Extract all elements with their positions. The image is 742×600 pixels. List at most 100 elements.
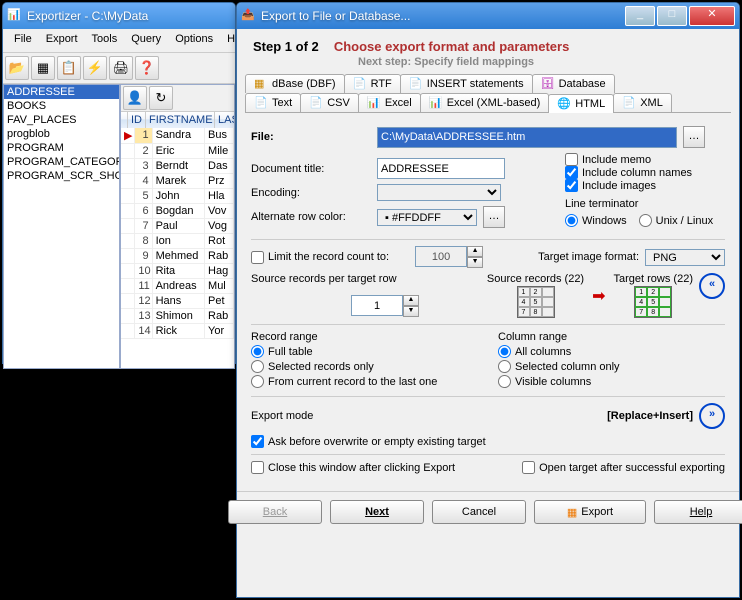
file-label: File: xyxy=(251,131,274,143)
table-row[interactable]: 10RitaHag xyxy=(121,264,234,279)
arrow-icon: ➡ xyxy=(592,286,605,306)
app-icon: 📊 xyxy=(7,8,23,24)
tab-rtf[interactable]: 📄RTF xyxy=(344,74,401,93)
closeafter-check[interactable] xyxy=(251,461,264,474)
colrange-visible-radio[interactable] xyxy=(498,375,511,388)
table-row[interactable]: 2EricMile xyxy=(121,144,234,159)
tab-csv[interactable]: 📄CSV xyxy=(300,93,359,112)
table-row[interactable]: 8IonRot xyxy=(121,234,234,249)
table-row[interactable]: ▶1SandraBus xyxy=(121,128,234,144)
spin-down[interactable]: ▼ xyxy=(403,306,419,317)
tab-dbase[interactable]: ▦dBase (DBF) xyxy=(245,74,345,93)
table-row[interactable]: 13ShimonRab xyxy=(121,309,234,324)
recrange-current-radio[interactable] xyxy=(251,375,264,388)
tgtrows-label: Target rows (22) xyxy=(614,273,693,285)
expmode-expand-button[interactable]: » xyxy=(699,403,725,429)
run-button[interactable]: ⚡ xyxy=(83,56,107,80)
grid-button[interactable]: ▦ xyxy=(31,56,55,80)
col-lastname[interactable]: LAS xyxy=(215,112,235,128)
spin-up[interactable]: ▲ xyxy=(467,246,483,257)
table-list[interactable]: ADDRESSEE BOOKS FAV_PLACES progblob PROG… xyxy=(3,84,120,369)
data-grid[interactable]: 👤 ↻ ID FIRSTNAME LAS ▶1SandraBus2EricMil… xyxy=(120,84,235,369)
refresh-preview-button[interactable]: « xyxy=(699,273,725,299)
limit-check[interactable] xyxy=(251,251,264,264)
col-firstname[interactable]: FIRSTNAME xyxy=(146,112,215,128)
col-id[interactable]: ID xyxy=(128,112,146,128)
colrange-selected-radio[interactable] xyxy=(498,360,511,373)
expmode-value: [Replace+Insert] xyxy=(607,410,693,422)
srcrec-label: Source records (22) xyxy=(487,273,584,285)
main-window: 📊 Exportizer - C:\MyData File Export Too… xyxy=(2,2,236,364)
grid-refresh[interactable]: ↻ xyxy=(149,86,173,110)
menu-tools[interactable]: Tools xyxy=(85,31,125,50)
menu-options[interactable]: Options xyxy=(168,31,220,50)
color-button[interactable]: … xyxy=(483,206,505,228)
spin-down[interactable]: ▼ xyxy=(467,257,483,268)
close-button[interactable]: ✕ xyxy=(689,6,735,26)
help-button[interactable]: ❓ xyxy=(135,56,159,80)
imgfmt-select[interactable]: PNG xyxy=(645,249,725,266)
imgfmt-label: Target image format: xyxy=(538,251,639,263)
altrow-label: Alternate row color: xyxy=(251,211,371,223)
next-button[interactable]: Next xyxy=(330,500,424,524)
altrow-select[interactable]: ▪ #FFDDFF xyxy=(377,209,477,226)
tree-item[interactable]: FAV_PLACES xyxy=(4,113,119,127)
askover-check[interactable] xyxy=(251,435,264,448)
spin-up[interactable]: ▲ xyxy=(403,295,419,306)
browse-button[interactable]: … xyxy=(683,126,705,148)
menu-query[interactable]: Query xyxy=(124,31,168,50)
table-row[interactable]: 3BerndtDas xyxy=(121,159,234,174)
colrange-all-radio[interactable] xyxy=(498,345,511,358)
tab-html[interactable]: 🌐HTML xyxy=(548,94,614,113)
maximize-button[interactable]: □ xyxy=(657,6,687,26)
cancel-button[interactable]: Cancel xyxy=(432,500,526,524)
tree-item[interactable]: PROGRAM_SCR_SHOT xyxy=(4,169,119,183)
menu-file[interactable]: File xyxy=(7,31,39,50)
table-row[interactable]: 6BogdanVov xyxy=(121,204,234,219)
doctitle-input[interactable] xyxy=(377,158,505,179)
table-row[interactable]: 14RickYor xyxy=(121,324,234,339)
recrange-selected-radio[interactable] xyxy=(251,360,264,373)
include-images-check[interactable] xyxy=(565,179,578,192)
include-memo-check[interactable] xyxy=(565,153,578,166)
tab-excel-xml[interactable]: 📊Excel (XML-based) xyxy=(420,93,550,112)
srcper-input[interactable] xyxy=(351,295,403,316)
export-button[interactable]: ▦Export xyxy=(534,500,646,524)
back-button: Back xyxy=(228,500,322,524)
encoding-select[interactable] xyxy=(377,184,501,201)
tab-insert[interactable]: 📄INSERT statements xyxy=(400,74,533,93)
table-row[interactable]: 12HansPet xyxy=(121,294,234,309)
menu-export[interactable]: Export xyxy=(39,31,85,50)
file-input[interactable] xyxy=(377,127,677,148)
limit-input xyxy=(415,246,467,267)
button-bar: Back Next Cancel ▦Export Help xyxy=(237,491,739,532)
minimize-button[interactable]: _ xyxy=(625,6,655,26)
table-row[interactable]: 5JohnHla xyxy=(121,189,234,204)
tree-item[interactable]: PROGRAM_CATEGORY xyxy=(4,155,119,169)
tree-item[interactable]: PROGRAM xyxy=(4,141,119,155)
tree-item[interactable]: BOOKS xyxy=(4,99,119,113)
lineterm-windows-radio[interactable] xyxy=(565,214,578,227)
next-step-hint: Next step: Specify field mappings xyxy=(358,56,723,68)
target-matrix-icon: 124578 xyxy=(634,286,672,318)
print-button[interactable]: 🖨 xyxy=(109,56,133,80)
tree-item[interactable]: ADDRESSEE xyxy=(4,85,119,99)
grid-tool[interactable]: 👤 xyxy=(123,86,147,110)
table-row[interactable]: 7PaulVog xyxy=(121,219,234,234)
recrange-full-radio[interactable] xyxy=(251,345,264,358)
tab-xml[interactable]: 📄XML xyxy=(613,93,672,112)
tab-database[interactable]: 🗄Database xyxy=(532,74,615,93)
tab-text[interactable]: 📄Text xyxy=(245,93,301,112)
tree-item[interactable]: progblob xyxy=(4,127,119,141)
lineterm-label: Line terminator xyxy=(565,198,725,210)
tab-excel[interactable]: 📊Excel xyxy=(358,93,421,112)
open-button[interactable]: 📂 xyxy=(5,56,29,80)
table-row[interactable]: 4MarekPrz xyxy=(121,174,234,189)
copy-button[interactable]: 📋 xyxy=(57,56,81,80)
include-colnames-check[interactable] xyxy=(565,166,578,179)
table-row[interactable]: 11AndreasMul xyxy=(121,279,234,294)
help-dialog-button[interactable]: Help xyxy=(654,500,742,524)
table-row[interactable]: 9MehmedRab xyxy=(121,249,234,264)
lineterm-unix-radio[interactable] xyxy=(639,214,652,227)
openafter-check[interactable] xyxy=(522,461,535,474)
